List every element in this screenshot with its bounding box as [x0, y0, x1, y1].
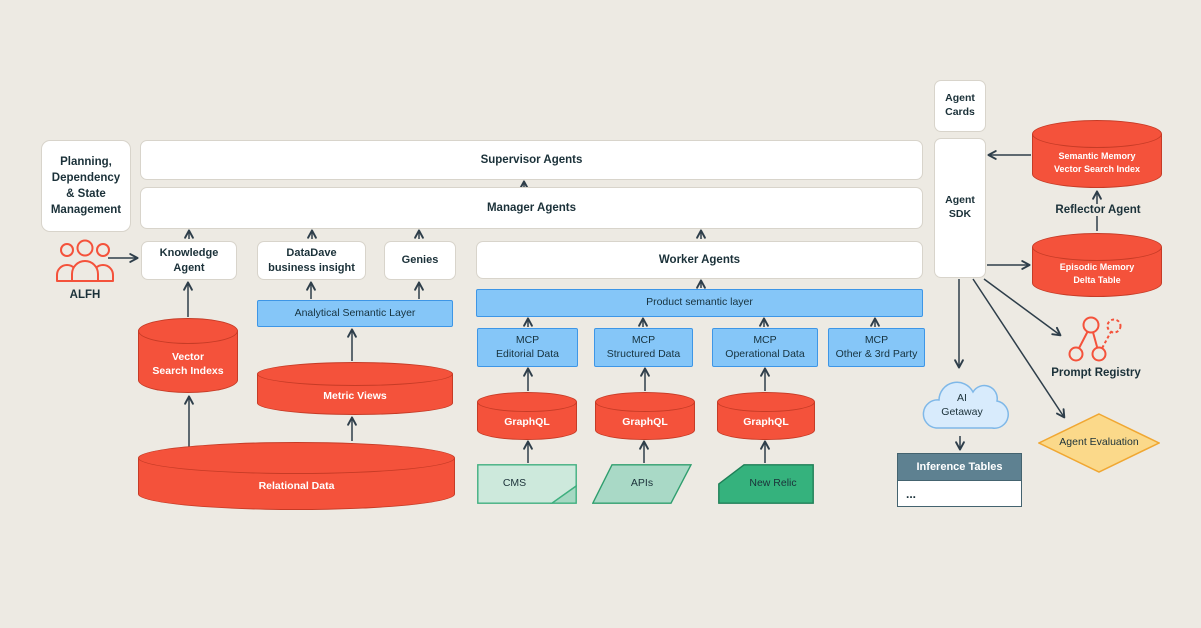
- cylinder-top-ellipse: [1032, 120, 1162, 148]
- cylinder-top-ellipse: [138, 442, 455, 474]
- prompt-registry-label: Prompt Registry: [1040, 367, 1152, 379]
- node-worker-agents: Worker Agents: [476, 241, 923, 279]
- cylinder-top-ellipse: [257, 362, 453, 386]
- cylinder-label: Vector Search Indexs: [140, 344, 236, 384]
- node-graphql-operational: GraphQL: [717, 392, 815, 440]
- node-metric-views: Metric Views: [257, 362, 453, 415]
- cylinder-top-ellipse: [595, 392, 695, 412]
- node-genies: Genies: [384, 241, 456, 280]
- node-cms: CMS: [477, 464, 577, 504]
- node-relational-data: Relational Data: [138, 442, 455, 510]
- cylinder-label: Relational Data: [140, 474, 453, 499]
- cylinder-label: GraphQL: [479, 412, 575, 433]
- node-agent-cards: Agent Cards: [934, 80, 986, 132]
- reflector-agent-label: Reflector Agent: [1050, 204, 1146, 216]
- cylinder-top-ellipse: [717, 392, 815, 412]
- alfh-label: ALFH: [55, 289, 115, 301]
- node-apis: APIs: [592, 464, 692, 504]
- node-inference-tables: Inference Tables ...: [897, 453, 1022, 507]
- node-planning-dependency-state: Planning, Dependency & State Management: [41, 140, 131, 232]
- node-mcp-editorial-data: MCP Editorial Data: [477, 328, 578, 367]
- node-mcp-operational-data: MCP Operational Data: [712, 328, 818, 367]
- node-knowledge-agent: Knowledge Agent: [141, 241, 237, 280]
- cylinder-label: Metric Views: [259, 386, 451, 407]
- node-graphql-structured: GraphQL: [595, 392, 695, 440]
- apis-label: APIs: [592, 464, 692, 504]
- node-datadave-business-insight: DataDave business insight: [257, 241, 366, 280]
- cylinder-label: GraphQL: [597, 412, 693, 433]
- ai-getaway-label: AI Getaway: [906, 371, 1018, 435]
- cylinder-label: Episodic Memory Delta Table: [1034, 261, 1160, 287]
- cylinder-top-ellipse: [138, 318, 238, 344]
- node-product-semantic-layer: Product semantic layer: [476, 289, 923, 317]
- cylinder-label: GraphQL: [719, 412, 813, 433]
- node-new-relic: New Relic: [718, 464, 814, 504]
- cms-label: CMS: [477, 464, 577, 504]
- node-vector-search-indexes: Vector Search Indexs: [138, 318, 238, 393]
- node-episodic-memory-delta-table: Episodic Memory Delta Table: [1032, 233, 1162, 297]
- node-mcp-other-3rd-party: MCP Other & 3rd Party: [828, 328, 925, 367]
- node-mcp-structured-data: MCP Structured Data: [594, 328, 693, 367]
- prompt-registry-icon: [1068, 316, 1124, 366]
- node-semantic-memory-vector-search-index: Semantic Memory Vector Search Index: [1032, 120, 1162, 188]
- node-graphql-editorial: GraphQL: [477, 392, 577, 440]
- cylinder-top-ellipse: [477, 392, 577, 412]
- node-manager-agents: Manager Agents: [140, 187, 923, 229]
- node-ai-getaway: AI Getaway: [906, 371, 1018, 435]
- inference-tables-header: Inference Tables: [898, 454, 1021, 481]
- node-analytical-semantic-layer: Analytical Semantic Layer: [257, 300, 453, 327]
- node-supervisor-agents: Supervisor Agents: [140, 140, 923, 180]
- cylinder-label: Semantic Memory Vector Search Index: [1034, 148, 1160, 178]
- diagram-canvas: ALFH Planning, Dependency & State Manage…: [0, 0, 1201, 628]
- alfh-people-icon: [55, 238, 115, 284]
- node-agent-evaluation: Agent Evaluation: [1038, 413, 1160, 473]
- new-relic-label: New Relic: [718, 464, 814, 504]
- node-agent-sdk: Agent SDK: [934, 138, 986, 278]
- inference-tables-row: ...: [898, 481, 1021, 506]
- cylinder-top-ellipse: [1032, 233, 1162, 261]
- agent-evaluation-label: Agent Evaluation: [1038, 413, 1160, 473]
